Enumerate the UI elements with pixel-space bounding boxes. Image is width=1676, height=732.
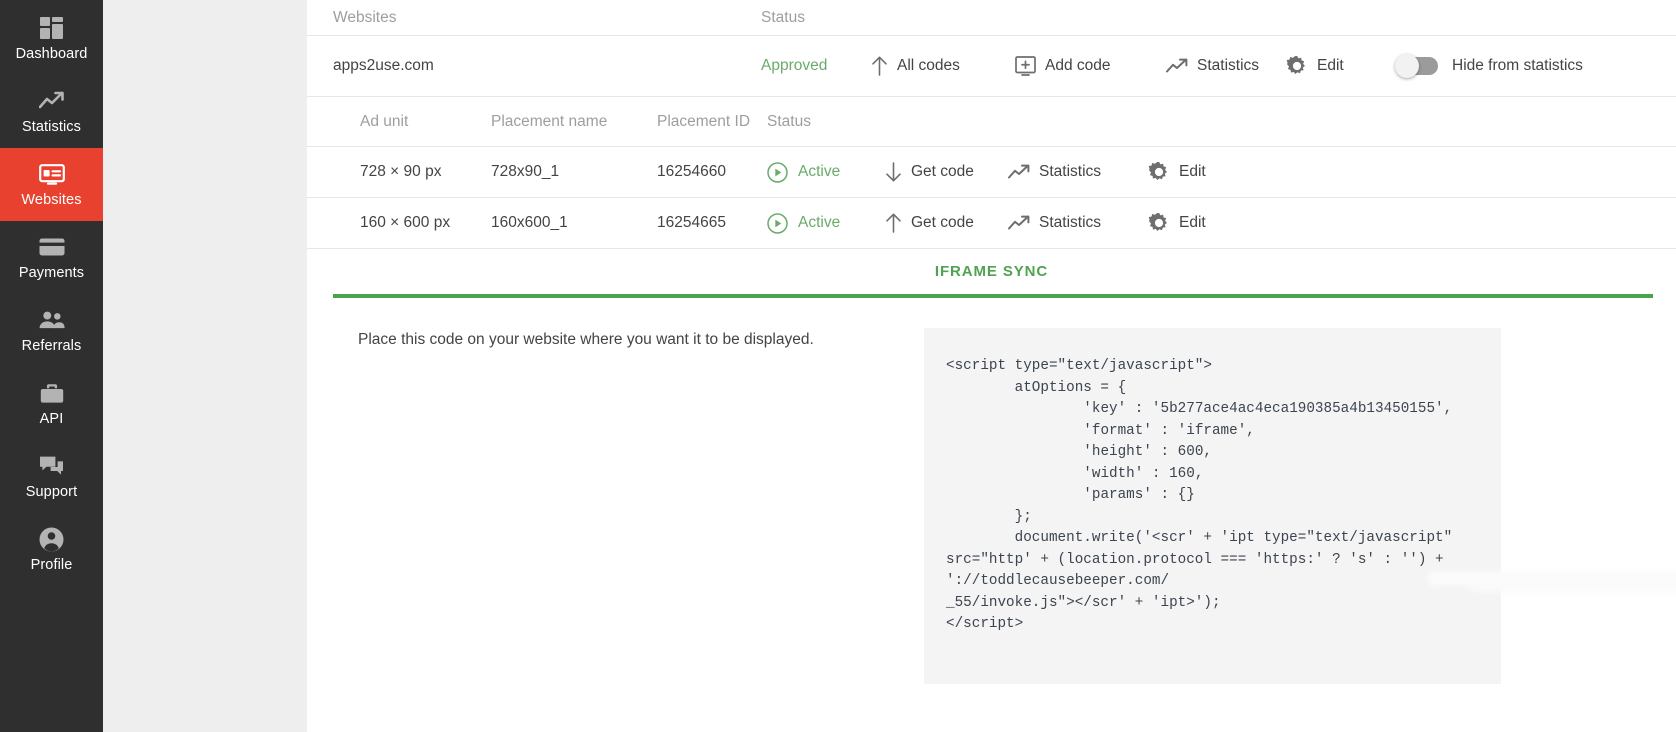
all-codes-label: All codes [897, 57, 960, 75]
website-row: apps2use.com Approved All codes [307, 36, 1676, 97]
code-panel: Place this code on your website where yo… [307, 298, 1676, 684]
placement-name: 160x600_1 [491, 214, 657, 232]
placement-statistics-button[interactable]: Statistics [1008, 214, 1148, 232]
toggle-track[interactable] [1396, 57, 1438, 75]
column-header-status: Status [761, 9, 881, 27]
placement-edit-button[interactable]: Edit [1148, 212, 1238, 234]
hide-from-statistics-toggle[interactable]: Hide from statistics [1396, 57, 1583, 75]
tab-iframe-sync[interactable]: IFRAME SYNC [307, 263, 1676, 280]
browser-window-icon [39, 161, 65, 187]
chat-bubbles-icon [39, 453, 65, 479]
placement-status-label: Active [798, 214, 840, 232]
sidebar-item-referrals[interactable]: Referrals [0, 294, 103, 367]
placement-statistics-label: Statistics [1039, 163, 1101, 181]
sidebar-item-api[interactable]: API [0, 367, 103, 440]
page-gutter [103, 0, 307, 732]
gear-icon [1286, 55, 1308, 77]
placement-id: 16254660 [657, 163, 767, 181]
placement-edit-label: Edit [1179, 214, 1206, 232]
code-instructions: Place this code on your website where yo… [307, 328, 924, 684]
credit-card-icon [39, 234, 65, 260]
sidebar-item-label: Payments [19, 265, 84, 281]
gear-icon [1148, 161, 1170, 183]
status-badge: Active [767, 213, 885, 234]
sidebar-item-profile[interactable]: Profile [0, 513, 103, 586]
get-code-button[interactable]: Get code [885, 213, 1008, 233]
toggle-knob [1395, 54, 1419, 78]
arrow-up-icon [885, 213, 902, 233]
sidebar: Dashboard Statistics Webs [0, 0, 103, 732]
sidebar-item-statistics[interactable]: Statistics [0, 75, 103, 148]
table-row: 728 × 90 px 728x90_1 16254660 Active Get… [307, 147, 1676, 198]
website-edit-label: Edit [1317, 57, 1344, 75]
code-snippet-box[interactable]: <script type="text/javascript"> atOption… [924, 328, 1501, 684]
website-edit-button[interactable]: Edit [1286, 55, 1396, 77]
sidebar-item-dashboard[interactable]: Dashboard [0, 2, 103, 75]
sidebar-item-label: Support [26, 484, 78, 500]
add-code-button[interactable]: Add code [1015, 56, 1166, 76]
ad-unit-size: 728 × 90 px [360, 163, 491, 181]
get-code-label: Get code [911, 163, 974, 181]
gear-icon [1148, 212, 1170, 234]
user-circle-icon [39, 526, 65, 552]
sidebar-item-label: Profile [31, 557, 73, 573]
play-circle-icon [767, 213, 788, 234]
table-row: 160 × 600 px 160x600_1 16254665 Active G… [307, 198, 1676, 249]
code-tabs: IFRAME SYNC [307, 249, 1676, 298]
main-content: Websites Status apps2use.com Approved Al… [307, 0, 1676, 732]
arrow-down-icon [885, 162, 902, 182]
trend-up-icon [39, 88, 65, 114]
plus-box-icon [1015, 56, 1036, 76]
placement-edit-button[interactable]: Edit [1148, 161, 1238, 183]
people-icon [39, 307, 65, 333]
hide-from-statistics-label: Hide from statistics [1452, 57, 1583, 75]
trend-up-icon [1008, 215, 1030, 231]
arrow-up-icon [871, 56, 888, 76]
placement-id: 16254665 [657, 214, 767, 232]
column-header-websites: Websites [333, 9, 761, 27]
placements-table-header: Ad unit Placement name Placement ID Stat… [307, 97, 1676, 147]
column-header-placement-status: Status [767, 113, 885, 131]
app-root: Dashboard Statistics Webs [0, 0, 1676, 732]
website-statistics-button[interactable]: Statistics [1166, 57, 1286, 75]
briefcase-icon [39, 380, 65, 406]
get-code-label: Get code [911, 214, 974, 232]
sidebar-item-label: API [40, 411, 64, 427]
placement-statistics-button[interactable]: Statistics [1008, 163, 1148, 181]
column-header-placement-name: Placement name [491, 113, 657, 131]
trend-up-icon [1008, 164, 1030, 180]
placement-status-label: Active [798, 163, 840, 181]
website-status-badge: Approved [761, 57, 871, 75]
sidebar-item-websites[interactable]: Websites [0, 148, 103, 221]
all-codes-button[interactable]: All codes [871, 56, 1015, 76]
ad-unit-size: 160 × 600 px [360, 214, 491, 232]
tab-active-underline [333, 294, 1653, 298]
placement-edit-label: Edit [1179, 163, 1206, 181]
play-circle-icon [767, 162, 788, 183]
column-header-placement-id: Placement ID [657, 113, 767, 131]
code-snippet-text: <script type="text/javascript"> atOption… [946, 356, 1479, 636]
website-statistics-label: Statistics [1197, 57, 1259, 75]
sidebar-item-payments[interactable]: Payments [0, 221, 103, 294]
website-name: apps2use.com [333, 57, 761, 75]
add-code-label: Add code [1045, 57, 1111, 75]
sidebar-item-label: Referrals [22, 338, 82, 354]
status-badge: Active [767, 162, 885, 183]
dashboard-grid-icon [39, 15, 65, 41]
get-code-button[interactable]: Get code [885, 162, 1008, 182]
placement-name: 728x90_1 [491, 163, 657, 181]
sidebar-item-label: Statistics [22, 119, 81, 135]
sidebar-item-support[interactable]: Support [0, 440, 103, 513]
websites-table-header: Websites Status [307, 0, 1676, 36]
trend-up-icon [1166, 58, 1188, 74]
placement-statistics-label: Statistics [1039, 214, 1101, 232]
column-header-ad-unit: Ad unit [360, 113, 491, 131]
sidebar-item-label: Dashboard [16, 46, 88, 62]
sidebar-item-label: Websites [21, 192, 81, 208]
